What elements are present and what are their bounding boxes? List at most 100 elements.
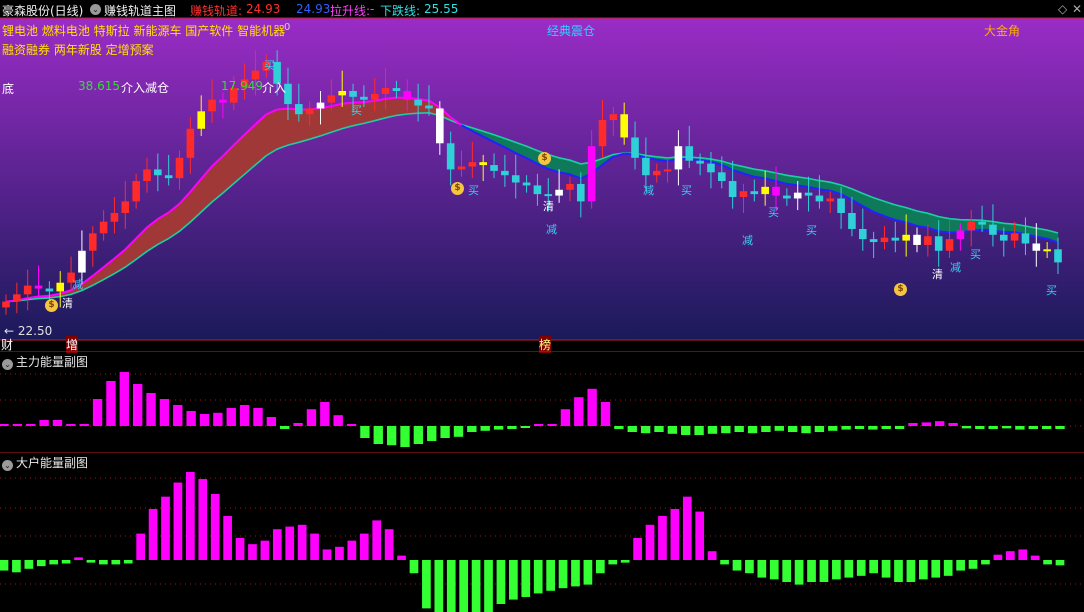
candle-body xyxy=(392,88,401,91)
candle-body xyxy=(826,198,835,202)
candle-body xyxy=(555,189,563,196)
energy-bar xyxy=(654,426,664,432)
energy-bar xyxy=(372,520,382,560)
candle-body xyxy=(164,175,173,179)
energy-bar xyxy=(199,414,210,426)
energy-bar xyxy=(881,560,891,578)
signal-label: 减 xyxy=(72,278,83,291)
energy-bar xyxy=(12,424,23,426)
diamond-icon[interactable]: ◇ xyxy=(1058,2,1067,16)
candle-body xyxy=(468,162,477,167)
action-label-1: 介入减仓 xyxy=(121,81,170,95)
energy-bar xyxy=(223,516,232,560)
close-icon[interactable]: ✕ xyxy=(1072,2,1082,16)
energy-bar xyxy=(640,426,651,434)
energy-bar xyxy=(608,560,618,565)
energy-bar xyxy=(384,529,394,560)
candle-body xyxy=(1010,233,1019,241)
energy-bar xyxy=(1041,426,1052,429)
energy-bar xyxy=(993,554,1003,560)
energy-bar xyxy=(496,560,506,604)
sub2-title[interactable]: ⌄ 大户能量副图 xyxy=(2,454,88,471)
big-holder-energy-panel[interactable]: ⌄ 大户能量副图 xyxy=(0,452,1084,612)
candle-body xyxy=(674,146,683,170)
main-force-energy-panel[interactable]: ⌄ 主力能量副图 xyxy=(0,351,1084,451)
stock-name[interactable]: 豪森股份(日线) xyxy=(2,2,83,19)
candle-body xyxy=(652,170,661,176)
fast-track-line-segment xyxy=(938,230,950,234)
energy-bar xyxy=(111,560,121,565)
energy-bar xyxy=(123,560,133,564)
energy-bar xyxy=(645,524,655,560)
signal-label: 买 xyxy=(681,184,692,197)
candle-body xyxy=(945,239,954,251)
energy-bar xyxy=(24,560,34,569)
energy-bar xyxy=(981,560,990,565)
energy-bar xyxy=(782,560,792,582)
candle-body xyxy=(956,230,965,240)
energy-bar xyxy=(574,397,584,426)
candle-body xyxy=(360,96,368,100)
energy-bar xyxy=(1005,551,1015,560)
energy-bar xyxy=(210,494,220,560)
track-value-2: 24.93 xyxy=(296,2,331,16)
candle-body xyxy=(772,186,780,196)
energy-bar xyxy=(49,560,59,565)
energy-bar xyxy=(427,426,437,441)
fall-label: 下跌线: xyxy=(380,4,421,18)
panel-chevron-icon[interactable]: ⌄ xyxy=(2,359,13,370)
candle-body xyxy=(642,157,650,176)
energy-bar xyxy=(12,560,21,573)
bottom-label: 底 xyxy=(2,82,15,96)
energy-bar xyxy=(99,560,108,565)
energy-bar xyxy=(881,426,891,429)
energy-bar xyxy=(814,426,825,432)
candle-body xyxy=(457,166,466,170)
energy-bar xyxy=(248,544,257,560)
energy-bar xyxy=(173,482,183,560)
main-force-energy-canvas[interactable] xyxy=(0,351,1084,451)
panel-chevron-icon[interactable]: ⌄ xyxy=(2,460,13,471)
candle-body xyxy=(707,163,715,173)
rise-label: 拉升线: xyxy=(330,4,371,18)
energy-bar xyxy=(453,426,464,437)
candle-body xyxy=(327,95,336,103)
candle-body xyxy=(186,128,195,158)
energy-bar xyxy=(226,408,236,426)
energy-bar xyxy=(79,424,89,426)
candle-body xyxy=(305,108,314,115)
signal-label: 买 xyxy=(768,206,779,219)
sub1-title[interactable]: ⌄ 主力能量副图 xyxy=(2,353,88,370)
signal-label: 减 xyxy=(546,223,557,236)
candle-body xyxy=(56,282,65,292)
energy-bar xyxy=(386,426,397,446)
energy-bar xyxy=(213,412,223,426)
energy-bar xyxy=(39,420,49,426)
indicator-name[interactable]: 赚钱轨道主图 xyxy=(104,2,176,19)
candle-body xyxy=(99,221,108,234)
energy-bar xyxy=(106,381,116,426)
energy-bar xyxy=(493,426,504,430)
candle-body xyxy=(793,192,802,199)
price-label-2: 17.949 xyxy=(221,79,263,93)
energy-bar xyxy=(547,424,557,426)
energy-bar xyxy=(707,426,718,434)
energy-bar xyxy=(359,533,369,560)
track-value: 24.93 xyxy=(246,2,281,16)
energy-bar xyxy=(695,511,705,560)
candle-body xyxy=(837,198,845,213)
candle-body xyxy=(338,91,347,96)
main-chart-canvas[interactable] xyxy=(0,0,1084,350)
candle-body xyxy=(522,182,531,186)
energy-bar xyxy=(1030,555,1040,560)
energy-bar xyxy=(694,426,704,435)
candle-body xyxy=(587,146,596,202)
candle-body xyxy=(609,114,618,121)
main-force-energy-bars xyxy=(0,372,1065,447)
big-holder-energy-canvas[interactable] xyxy=(0,452,1084,612)
candle-body xyxy=(869,239,878,243)
main-chart-background xyxy=(0,18,1084,340)
energy-bar xyxy=(480,426,490,431)
candle-body xyxy=(663,169,672,172)
main-chart-panel[interactable]: 豪森股份(日线) ⌄ 赚钱轨道主图 赚钱轨道: 24.93 24.93 拉升线:… xyxy=(0,0,1084,353)
